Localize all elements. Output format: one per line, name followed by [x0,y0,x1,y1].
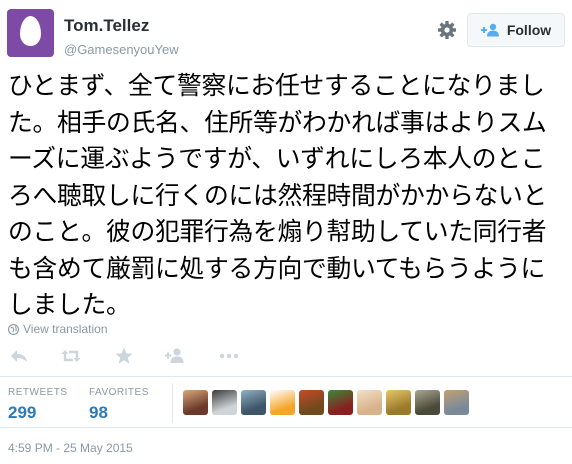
favoriter-avatar[interactable] [386,390,411,415]
retweets-count: 299 [8,403,37,422]
favorites-label: FAVORITES [89,387,149,398]
divider [0,376,572,377]
default-egg-avatar-icon [20,16,41,46]
follow-user-icon[interactable] [164,345,186,367]
user-handle[interactable]: @GamesenyouYew [64,42,179,57]
favorites-count: 98 [89,403,108,422]
favoriter-avatar[interactable] [444,390,469,415]
divider [0,427,572,428]
follow-user-icon [480,23,499,37]
favoriter-avatar[interactable] [270,390,295,415]
retweets-label: RETWEETS [8,387,68,398]
avatar[interactable] [7,9,54,57]
follow-button[interactable]: Follow [467,13,565,47]
globe-icon [8,323,19,335]
favorites-stat[interactable]: FAVORITES 98 [89,387,149,423]
retweets-stat[interactable]: RETWEETS 299 [8,387,68,423]
favorite-icon[interactable] [113,345,135,367]
tweet-text: ひとまず、全て警察にお任せすることになりました。相手の氏名、住所等がわかれば事は… [8,71,547,319]
favoriter-avatar[interactable] [183,390,208,415]
favoriter-avatar[interactable] [357,390,382,415]
view-translation-link[interactable]: View translation [8,322,108,336]
favoriter-avatar[interactable] [241,390,266,415]
retweet-icon[interactable] [60,345,82,367]
reply-icon[interactable] [8,345,30,367]
favoriter-avatar[interactable] [328,390,353,415]
view-translation-label: View translation [23,322,108,336]
more-icon[interactable] [218,345,240,367]
favoriter-avatar[interactable] [212,390,237,415]
user-name[interactable]: Tom.Tellez [64,16,149,36]
favoriter-avatar[interactable] [299,390,324,415]
tweet-timestamp[interactable]: 4:59 PM - 25 May 2015 [8,441,133,455]
stats-separator [172,383,173,423]
gear-icon[interactable] [437,20,457,40]
follow-label: Follow [506,22,552,38]
favoriter-avatars [183,390,469,415]
favoriter-avatar[interactable] [415,390,440,415]
